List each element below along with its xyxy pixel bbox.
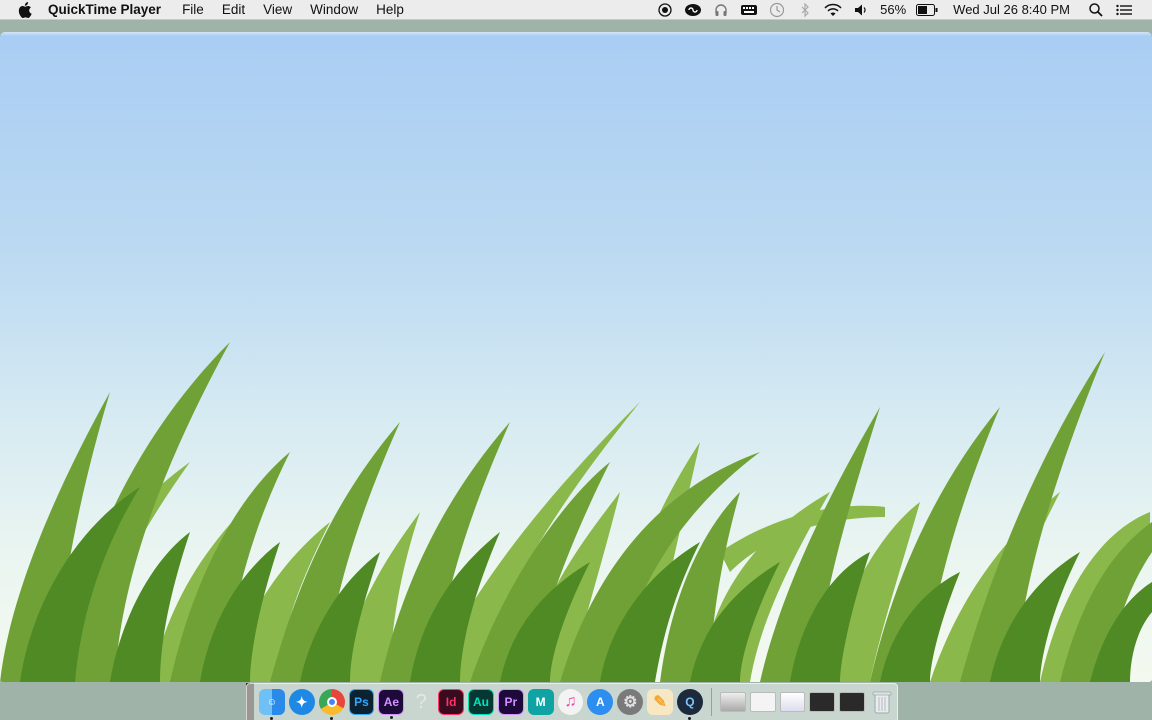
- minimized-window-2[interactable]: [749, 692, 776, 712]
- dock-audition[interactable]: Au: [468, 689, 494, 715]
- question-mark-icon: ?: [415, 690, 427, 713]
- video-frame-grass: [0, 342, 1152, 682]
- dock-photoshop[interactable]: Ps: [348, 689, 375, 715]
- menu-view[interactable]: View: [254, 0, 301, 20]
- minimized-window-4[interactable]: [809, 692, 836, 712]
- safari-compass-icon: ✦: [295, 693, 308, 710]
- trash-icon: [872, 691, 892, 714]
- gear-icon: ⚙: [623, 694, 638, 711]
- dock-safari[interactable]: ✦: [288, 689, 315, 715]
- premiere-label: Pr: [504, 695, 518, 709]
- music-note-icon: ♫: [564, 693, 577, 710]
- dock-help[interactable]: ?: [408, 689, 434, 715]
- dock-chrome[interactable]: [318, 689, 345, 720]
- creative-cloud-icon[interactable]: [684, 2, 702, 18]
- battery-icon[interactable]: [916, 2, 938, 18]
- dock-premiere[interactable]: Pr: [497, 689, 524, 715]
- wifi-icon[interactable]: [824, 2, 842, 18]
- dock-trash[interactable]: [869, 689, 895, 715]
- dock-indesign[interactable]: Id: [438, 689, 465, 715]
- minimized-window-1[interactable]: [719, 692, 746, 712]
- menu-window[interactable]: Window: [301, 0, 367, 20]
- dock-itunes[interactable]: ♫: [557, 689, 584, 715]
- audition-label: Au: [472, 695, 489, 709]
- clock[interactable]: Wed Jul 26 8:40 PM: [953, 2, 1070, 17]
- quicktime-player-window[interactable]: [0, 32, 1152, 682]
- screen-record-icon[interactable]: [656, 2, 674, 18]
- app-menu[interactable]: QuickTime Player: [48, 0, 173, 20]
- bluetooth-icon[interactable]: [796, 2, 814, 18]
- spotlight-search-icon[interactable]: [1087, 2, 1105, 18]
- headphones-icon[interactable]: [712, 2, 730, 18]
- dock-sketch-app[interactable]: ✎: [647, 689, 674, 715]
- apple-menu-icon[interactable]: [18, 1, 34, 18]
- menu-help[interactable]: Help: [367, 0, 413, 20]
- dock-finder[interactable]: ☺: [259, 689, 285, 720]
- keyboard-icon[interactable]: [740, 2, 758, 18]
- maya-icon: M: [535, 695, 546, 709]
- minimized-window-5[interactable]: [839, 692, 866, 712]
- menu-bar: QuickTime Player File Edit View Window H…: [0, 0, 1152, 20]
- after-effects-label: Ae: [383, 695, 400, 709]
- dock-quicktime[interactable]: Q: [677, 689, 703, 720]
- app-store-icon: A: [596, 695, 605, 709]
- menu-file[interactable]: File: [173, 0, 213, 20]
- pencil-icon: ✎: [653, 694, 667, 711]
- menu-edit[interactable]: Edit: [213, 0, 254, 20]
- minimized-window-3[interactable]: [779, 692, 806, 712]
- dock-separator: [710, 688, 712, 716]
- window-titlebar[interactable]: [0, 32, 1152, 36]
- chrome-icon: [326, 697, 337, 707]
- time-machine-icon[interactable]: [768, 2, 786, 18]
- dock: ☺ ✦ Ps Ae ? Id Au Pr M ♫ A ⚙ ✎ Q: [246, 683, 898, 720]
- photoshop-label: Ps: [354, 695, 369, 709]
- indesign-label: Id: [445, 695, 457, 709]
- finder-icon: ☺: [266, 696, 278, 708]
- quicktime-icon: Q: [685, 695, 695, 709]
- running-indicator: [390, 716, 394, 719]
- dock-system-preferences[interactable]: ⚙: [617, 689, 644, 715]
- dock-after-effects[interactable]: Ae: [378, 689, 405, 719]
- dock-maya[interactable]: M: [527, 689, 554, 715]
- volume-icon[interactable]: [852, 2, 870, 18]
- dock-app-store[interactable]: A: [587, 689, 614, 715]
- notification-center-icon[interactable]: [1115, 2, 1133, 18]
- battery-percent[interactable]: 56%: [880, 2, 906, 17]
